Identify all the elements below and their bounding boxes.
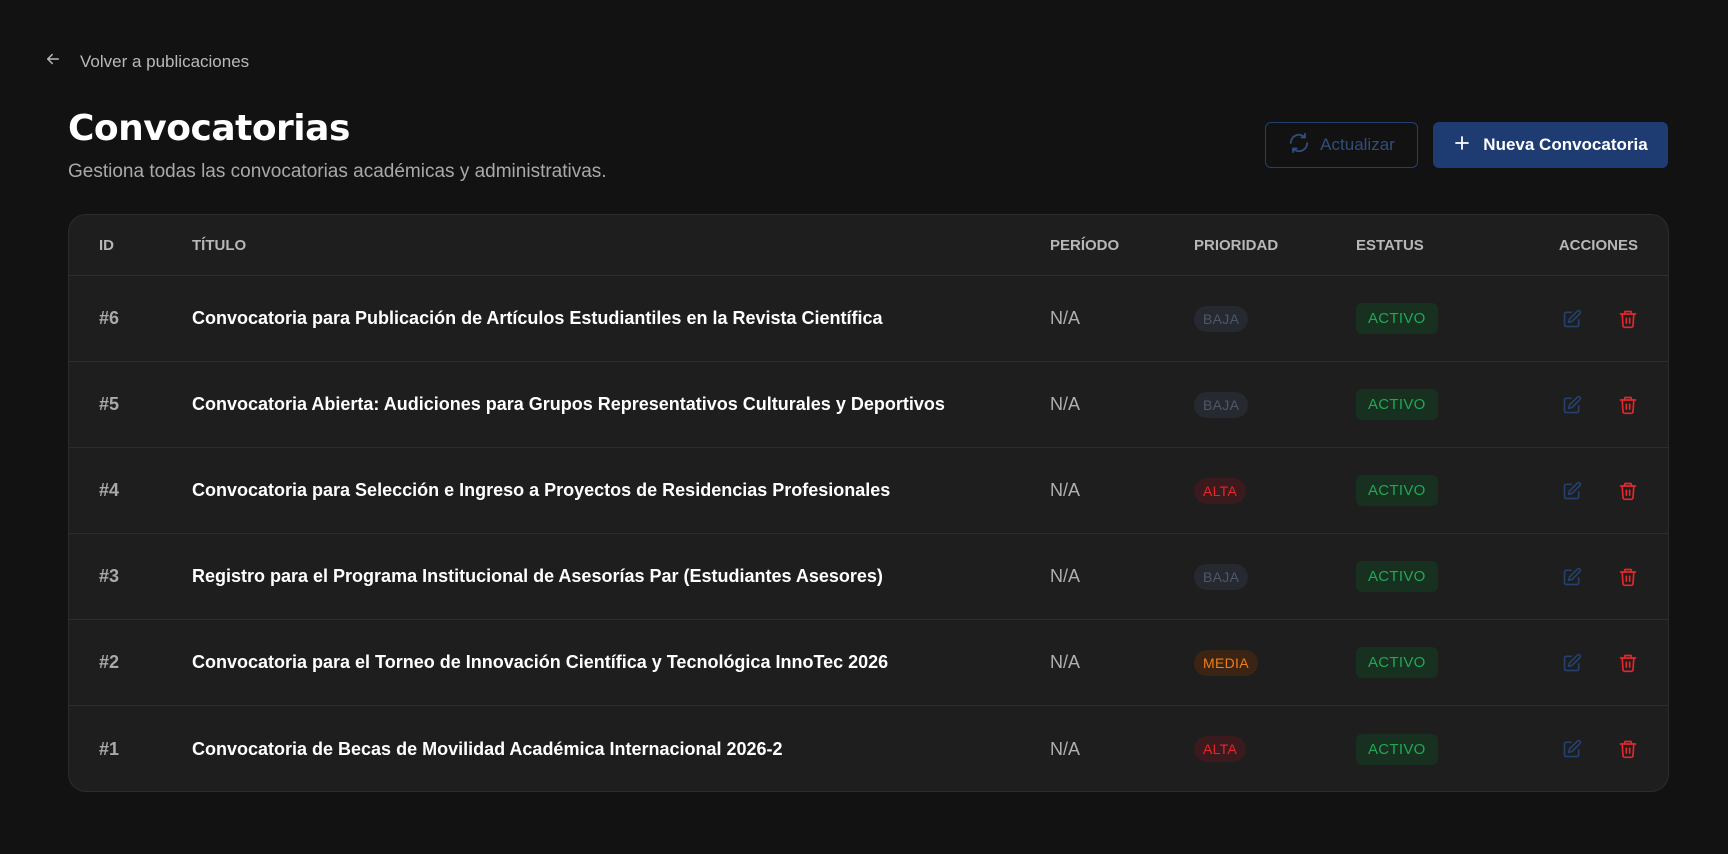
edit-button[interactable] <box>1562 309 1582 329</box>
row-status: ACTIVO <box>1356 733 1438 765</box>
row-priority: ALTA <box>1194 477 1247 504</box>
row-title: Convocatoria de Becas de Movilidad Acadé… <box>192 738 783 759</box>
status-badge: ACTIVO <box>1356 389 1438 420</box>
table-row: #6 Convocatoria para Publicación de Artí… <box>69 276 1668 362</box>
priority-badge: MEDIA <box>1194 649 1258 676</box>
trash-icon <box>1618 309 1638 329</box>
row-actions <box>1562 481 1638 501</box>
back-to-publications-link[interactable]: Volver a publicaciones <box>44 50 249 73</box>
arrow-left-icon <box>44 50 62 73</box>
table-row: #4 Convocatoria para Selección e Ingreso… <box>69 448 1668 534</box>
row-title: Convocatoria para Selección e Ingreso a … <box>192 480 891 500</box>
edit-icon <box>1562 653 1582 673</box>
row-actions <box>1562 309 1638 329</box>
row-period: N/A <box>1050 480 1081 500</box>
delete-button[interactable] <box>1618 567 1638 587</box>
row-title: Convocatoria Abierta: Audiciones para Gr… <box>192 394 945 414</box>
status-badge: ACTIVO <box>1356 561 1438 592</box>
row-period: N/A <box>1050 566 1081 586</box>
edit-button[interactable] <box>1562 739 1582 759</box>
trash-icon <box>1618 567 1638 587</box>
new-convocatoria-button[interactable]: Nueva Convocatoria <box>1433 122 1668 168</box>
table-row: #3 Registro para el Programa Institucion… <box>69 534 1668 620</box>
row-period: N/A <box>1050 394 1081 414</box>
priority-badge: BAJA <box>1194 563 1249 590</box>
row-status: ACTIVO <box>1356 303 1438 334</box>
row-priority: ALTA <box>1194 736 1247 762</box>
row-id: #5 <box>99 394 120 414</box>
row-period: N/A <box>1050 308 1081 328</box>
plus-icon <box>1453 134 1471 157</box>
row-priority: BAJA <box>1194 391 1249 418</box>
row-period: N/A <box>1050 738 1081 759</box>
header-actions: Actualizar Nueva Convocatoria <box>1265 122 1668 168</box>
delete-button[interactable] <box>1618 309 1638 329</box>
edit-button[interactable] <box>1562 567 1582 587</box>
priority-badge: ALTA <box>1194 477 1247 504</box>
trash-icon <box>1618 481 1638 501</box>
row-actions <box>1562 739 1638 759</box>
edit-icon <box>1562 739 1582 759</box>
column-header-status: ESTATUS <box>1356 236 1424 254</box>
priority-badge: BAJA <box>1194 305 1249 332</box>
status-badge: ACTIVO <box>1356 733 1438 765</box>
row-title: Convocatoria para Publicación de Artícul… <box>192 308 883 328</box>
column-header-period: PERÍODO <box>1050 236 1120 254</box>
edit-icon <box>1562 395 1582 415</box>
table-body: #6 Convocatoria para Publicación de Artí… <box>69 276 1668 791</box>
row-period: N/A <box>1050 652 1081 672</box>
row-status: ACTIVO <box>1356 647 1438 678</box>
refresh-icon <box>1288 132 1310 159</box>
edit-button[interactable] <box>1562 481 1582 501</box>
row-status: ACTIVO <box>1356 475 1438 506</box>
table-row: #2 Convocatoria para el Torneo de Innova… <box>69 620 1668 706</box>
column-header-actions: ACCIONES <box>1558 236 1638 254</box>
column-header-priority: PRIORIDAD <box>1194 236 1279 254</box>
row-priority: BAJA <box>1194 305 1249 332</box>
row-actions <box>1562 567 1638 587</box>
row-actions <box>1562 395 1638 415</box>
row-title: Registro para el Programa Institucional … <box>192 566 883 586</box>
edit-button[interactable] <box>1562 395 1582 415</box>
edit-icon <box>1562 481 1582 501</box>
refresh-button[interactable]: Actualizar <box>1265 122 1418 168</box>
row-status: ACTIVO <box>1356 389 1438 420</box>
row-id: #4 <box>99 480 120 500</box>
trash-icon <box>1618 653 1638 673</box>
edit-icon <box>1562 567 1582 587</box>
trash-icon <box>1618 395 1638 415</box>
row-id: #2 <box>99 652 120 672</box>
edit-button[interactable] <box>1562 653 1582 673</box>
refresh-label: Actualizar <box>1320 135 1395 154</box>
status-badge: ACTIVO <box>1356 647 1438 678</box>
priority-badge: ALTA <box>1194 736 1247 762</box>
row-id: #6 <box>99 308 120 328</box>
row-title: Convocatoria para el Torneo de Innovació… <box>192 652 889 672</box>
page-header: Convocatorias Gestiona todas las convoca… <box>68 108 1668 188</box>
delete-button[interactable] <box>1618 739 1638 759</box>
back-link-label: Volver a publicaciones <box>80 51 250 71</box>
row-actions <box>1562 653 1638 673</box>
column-header-title: TÍTULO <box>192 236 247 254</box>
row-status: ACTIVO <box>1356 561 1438 592</box>
row-priority: MEDIA <box>1194 649 1258 676</box>
trash-icon <box>1618 739 1638 759</box>
edit-icon <box>1562 309 1582 329</box>
row-id: #3 <box>99 566 120 586</box>
delete-button[interactable] <box>1618 395 1638 415</box>
row-priority: BAJA <box>1194 563 1249 590</box>
delete-button[interactable] <box>1618 653 1638 673</box>
table-header: ID TÍTULO PERÍODO PRIORIDAD ESTATUS ACCI… <box>69 215 1668 276</box>
convocatorias-table: ID TÍTULO PERÍODO PRIORIDAD ESTATUS ACCI… <box>68 214 1669 792</box>
status-badge: ACTIVO <box>1356 303 1438 334</box>
table-row: #1 Convocatoria de Becas de Movilidad Ac… <box>69 706 1668 791</box>
column-header-id: ID <box>99 236 114 254</box>
status-badge: ACTIVO <box>1356 475 1438 506</box>
new-convocatoria-label: Nueva Convocatoria <box>1483 135 1648 154</box>
delete-button[interactable] <box>1618 481 1638 501</box>
priority-badge: BAJA <box>1194 391 1249 418</box>
row-id: #1 <box>99 738 120 759</box>
table-row: #5 Convocatoria Abierta: Audiciones para… <box>69 362 1668 448</box>
